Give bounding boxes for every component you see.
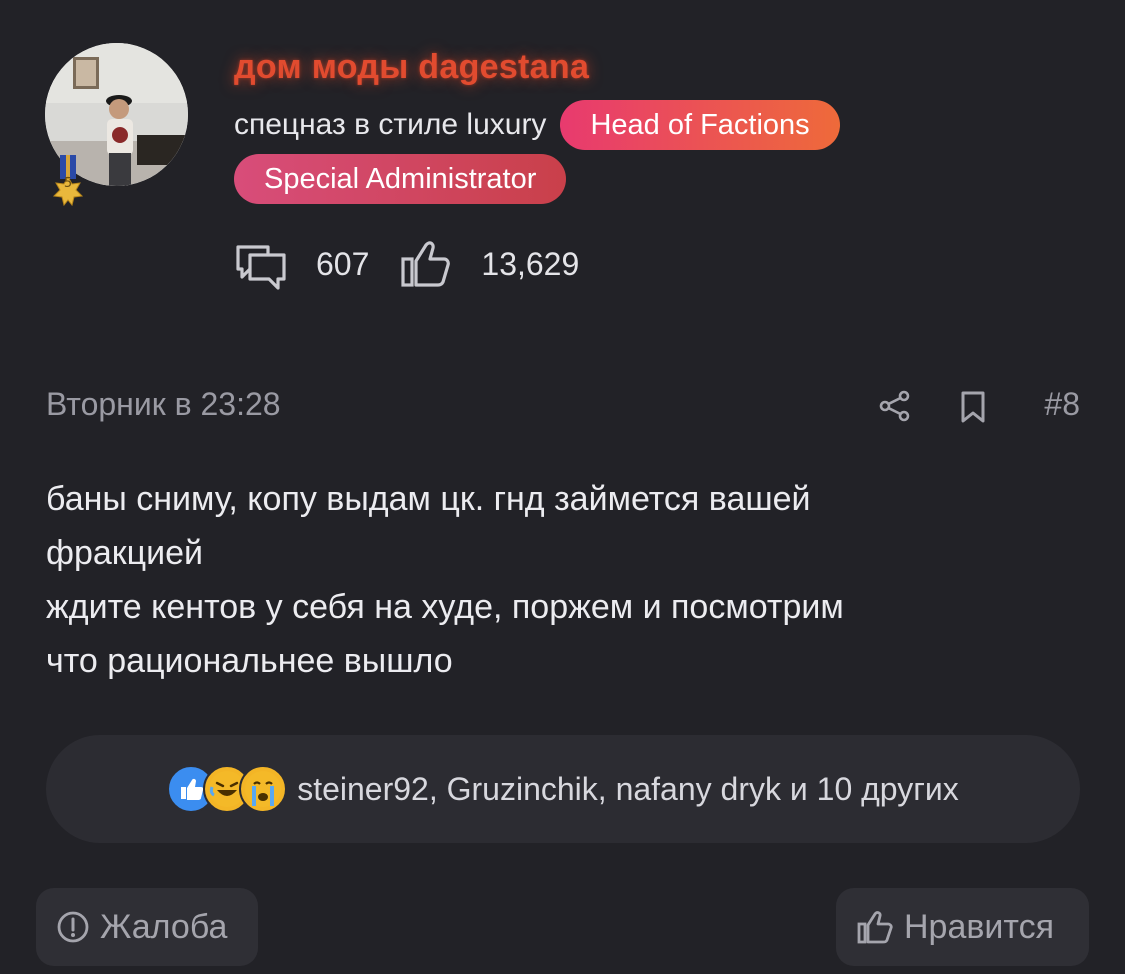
post-content: баны сниму, копу выдам цк. гнд займется … (46, 472, 1086, 688)
likes-count: 13,629 (481, 245, 580, 282)
post-line: что рациональнее вышло (46, 642, 453, 680)
role-badge-head-of-factions: Head of Factions (560, 100, 840, 150)
like-button[interactable]: Нравится (836, 888, 1089, 966)
post-line: ждите кентов у себя на худе, поржем и по… (46, 588, 844, 626)
username[interactable]: дом моды dagestana (234, 48, 589, 87)
report-button[interactable]: Жалоба (36, 888, 258, 966)
bookmark-icon[interactable] (958, 390, 988, 424)
share-icon[interactable] (877, 388, 913, 424)
likes-icon (399, 237, 453, 291)
post-line: баны сниму, копу выдам цк. гнд займется … (46, 480, 811, 518)
like-button-label: Нравится (904, 907, 1055, 946)
alert-circle-icon (57, 911, 89, 943)
post-meta: Вторник в 23:28 #8 (46, 380, 1080, 435)
medal-level: 5 (63, 176, 73, 191)
messages-icon (234, 237, 288, 291)
user-stats: 607 13,629 (234, 234, 609, 294)
user-status: спецназ в стиле luxury (234, 108, 547, 141)
role-badge-special-administrator: Special Administrator (234, 154, 567, 204)
post-number[interactable]: #8 (1044, 386, 1080, 423)
post-line: фракцией (46, 534, 204, 572)
thumbs-up-icon (857, 911, 893, 944)
reactions-summary[interactable]: steiner92, Gruzinchik, nafany dryk и 10 … (46, 735, 1080, 843)
avatar-block: 5 (45, 43, 190, 213)
reactions-users[interactable]: steiner92, Gruzinchik, nafany dryk и 10 … (297, 771, 959, 808)
post-date[interactable]: Вторник в 23:28 (46, 386, 281, 423)
reaction-icons (167, 765, 288, 813)
post-author-header: 5 дом моды dagestana спецназ в стиле lux… (0, 0, 1125, 320)
messages-count: 607 (316, 245, 370, 282)
cry-reaction-icon (239, 765, 288, 813)
report-button-label: Жалоба (100, 907, 228, 946)
user-title-row: спецназ в стиле luxury Head of Factions (234, 100, 840, 150)
